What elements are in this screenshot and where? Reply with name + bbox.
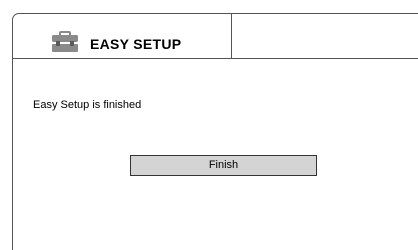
easy-setup-panel: EASY SETUP Easy Setup is finished Finish [12,13,418,250]
page-title: EASY SETUP [90,36,182,52]
toolbox-icon [52,31,78,52]
finish-button[interactable]: Finish [130,155,317,176]
title-group: EASY SETUP [51,31,181,53]
panel-header: EASY SETUP [13,14,418,59]
status-message: Easy Setup is finished [33,99,142,111]
header-divider [231,14,232,59]
